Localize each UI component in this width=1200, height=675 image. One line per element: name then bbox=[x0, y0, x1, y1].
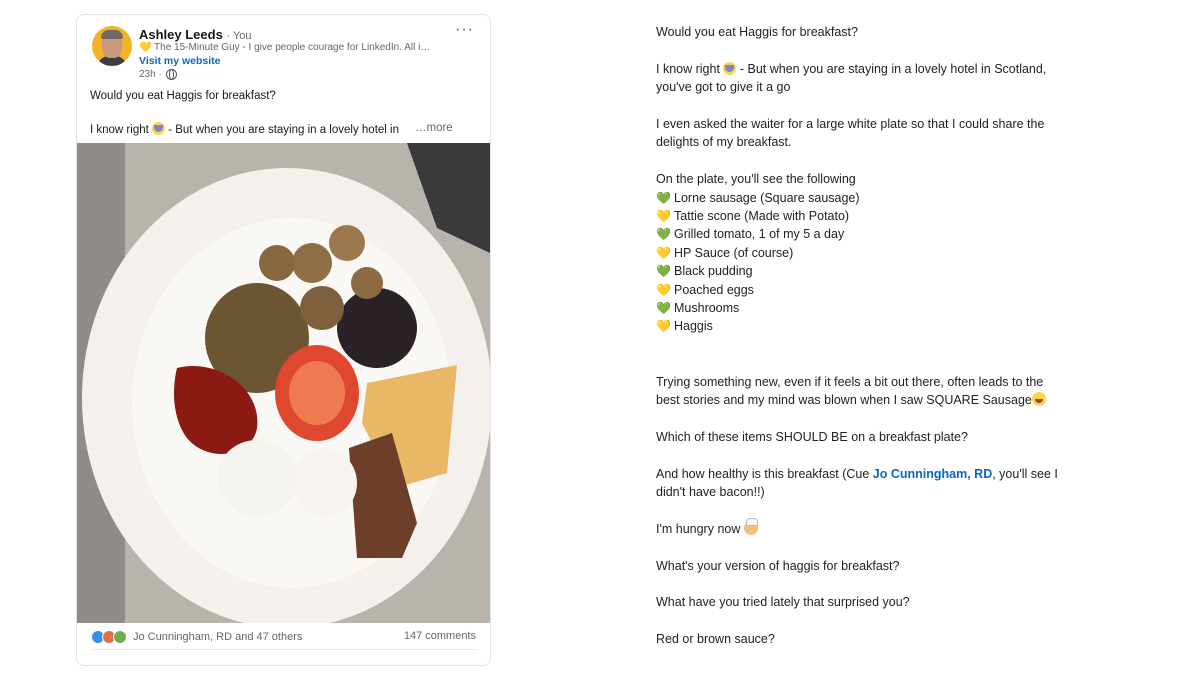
post-intro-line2: I know right - But when you are staying … bbox=[90, 122, 399, 136]
list-item: 💚 Black pudding bbox=[656, 262, 1086, 280]
text-line-bacon: didn't have bacon!!) bbox=[656, 485, 765, 500]
author-name[interactable]: Ashley Leeds bbox=[139, 27, 223, 42]
author-badge: · You bbox=[226, 30, 252, 42]
text-line-give-it-a-go: you've got to give it a go bbox=[656, 80, 791, 95]
visit-website-link[interactable]: Visit my website bbox=[139, 55, 221, 67]
tomato-inner bbox=[289, 361, 345, 425]
heart-icon: 💛 bbox=[656, 209, 671, 224]
list-item: 💚 Mushrooms bbox=[656, 299, 1086, 317]
text-line-delights: delights of my breakfast. bbox=[656, 135, 792, 150]
author-headline: 💛 The 15-Minute Guy - I give people cour… bbox=[139, 42, 431, 53]
heart-icon: 💛 bbox=[656, 319, 671, 334]
more-menu-icon[interactable]: ··· bbox=[455, 21, 474, 39]
text-line-hungry: I'm hungry now bbox=[656, 517, 1086, 538]
post-timestamp: 23h · bbox=[139, 69, 177, 80]
text-line-plate-intro: On the plate, you'll see the following bbox=[656, 172, 856, 187]
mushroom-1 bbox=[292, 243, 332, 283]
avatar-hair bbox=[101, 30, 123, 39]
heart-icon: 💚 bbox=[656, 264, 671, 279]
mushroom-4 bbox=[300, 286, 344, 330]
intro-text-before: I know right bbox=[90, 124, 149, 136]
reaction-support-icon bbox=[113, 630, 127, 644]
text-line-trying-new: Trying something new, even if it feels a… bbox=[656, 374, 1044, 389]
globe-icon bbox=[165, 69, 177, 80]
text-line-healthy: And how healthy is this breakfast (Cue J… bbox=[656, 465, 1086, 483]
breakfast-photo[interactable] bbox=[77, 143, 490, 623]
heart-icon: 💚 bbox=[656, 190, 671, 205]
poached-egg-1 bbox=[217, 440, 297, 516]
healthy-text-rest: , you'll see I bbox=[992, 466, 1058, 481]
heart-icon: 💚 bbox=[656, 301, 671, 316]
author-name-line: Ashley Leeds · You bbox=[139, 27, 252, 42]
item-text: Lorne sausage (Square sausage) bbox=[674, 190, 860, 205]
heart-icon: 💛 bbox=[656, 245, 671, 260]
social-counts: Jo Cunningham, RD and 47 others 147 comm… bbox=[91, 630, 476, 644]
heart-icon: 💛 bbox=[656, 282, 671, 297]
reactions-summary[interactable]: Jo Cunningham, RD and 47 others bbox=[91, 630, 302, 644]
screaming-face-emoji-icon bbox=[152, 122, 166, 135]
list-item: 💛 Haggis bbox=[656, 317, 1086, 335]
know-right-rest: - But when you are staying in a lovely h… bbox=[736, 61, 1047, 76]
item-text: Tattie scone (Made with Potato) bbox=[674, 209, 850, 224]
mention-link[interactable]: Jo Cunningham, RD bbox=[873, 467, 992, 481]
text-line-tried-question: What have you tried lately that surprise… bbox=[656, 595, 910, 610]
intro-text-after: - But when you are staying in a lovely h… bbox=[168, 124, 399, 136]
heart-icon: 💚 bbox=[656, 227, 671, 242]
item-text: Mushrooms bbox=[674, 301, 740, 316]
text-line-haggis-question: What's your version of haggis for breakf… bbox=[656, 558, 900, 573]
text-line-which-items: Which of these items SHOULD BE on a brea… bbox=[656, 429, 968, 444]
post-intro-line1: Would you eat Haggis for breakfast? bbox=[90, 90, 276, 102]
social-divider bbox=[91, 649, 476, 650]
item-text: Black pudding bbox=[674, 264, 753, 279]
square-sausage-text: best stories and my mind was blown when … bbox=[656, 393, 1032, 408]
list-item: 💛 Poached eggs bbox=[656, 281, 1086, 299]
screaming-face-emoji-icon bbox=[723, 61, 737, 75]
hungry-text: I'm hungry now bbox=[656, 521, 741, 536]
mushroom-2 bbox=[329, 225, 365, 261]
text-line-waiter: I even asked the waiter for a large whit… bbox=[656, 117, 1045, 131]
know-right-text: I know right bbox=[656, 61, 720, 76]
list-item: 💛 Tattie scone (Made with Potato) bbox=[656, 207, 1086, 225]
item-text: HP Sauce (of course) bbox=[674, 245, 794, 260]
full-post-text: Would you eat Haggis for breakfast? I kn… bbox=[656, 23, 1086, 649]
healthy-text: And how healthy is this breakfast (Cue bbox=[656, 466, 873, 481]
text-line-square-sausage: best stories and my mind was blown when … bbox=[656, 391, 1086, 409]
poached-egg-2 bbox=[293, 449, 357, 517]
see-more-link[interactable]: …more bbox=[415, 122, 453, 134]
time-ago: 23h · bbox=[139, 69, 162, 80]
reactions-text: Jo Cunningham, RD and 47 others bbox=[133, 631, 303, 643]
list-item: 💚 Grilled tomato, 1 of my 5 a day bbox=[656, 225, 1086, 243]
list-item: 💛 HP Sauce (of course) bbox=[656, 244, 1086, 262]
text-line-title: Would you eat Haggis for breakfast? bbox=[656, 25, 858, 39]
post-header: Ashley Leeds · You 💛 The 15-Minute Guy -… bbox=[77, 15, 490, 95]
item-text: Poached eggs bbox=[674, 282, 754, 297]
text-line-sauce-question: Red or brown sauce? bbox=[656, 632, 775, 647]
comments-count[interactable]: 147 comments bbox=[404, 630, 476, 644]
mushroom-3 bbox=[259, 245, 295, 281]
laughing-emoji-icon bbox=[1031, 392, 1046, 407]
author-avatar[interactable] bbox=[92, 26, 132, 66]
text-line-know-right: I know right - But when you are staying … bbox=[656, 60, 1086, 78]
breakfast-items-list: 💚 Lorne sausage (Square sausage) 💛 Tattie … bbox=[656, 189, 1086, 336]
black-pudding bbox=[337, 288, 417, 368]
item-text: Haggis bbox=[674, 319, 713, 334]
chef-emoji-icon bbox=[743, 517, 758, 535]
list-item: 💚 Lorne sausage (Square sausage) bbox=[656, 189, 1086, 207]
post-card: Ashley Leeds · You 💛 The 15-Minute Guy -… bbox=[76, 14, 491, 666]
mushroom-5 bbox=[351, 267, 383, 299]
reaction-icons bbox=[91, 630, 127, 644]
item-text: Grilled tomato, 1 of my 5 a day bbox=[674, 227, 845, 242]
